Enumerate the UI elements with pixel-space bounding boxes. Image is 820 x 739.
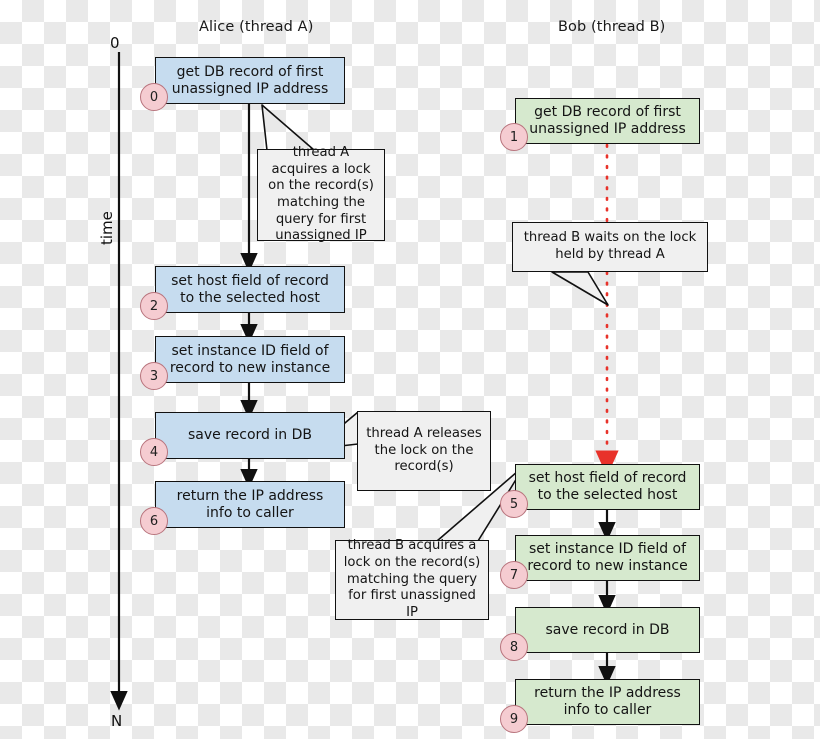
- callout-wait-b: thread B waits on the lock held by threa…: [512, 222, 708, 272]
- alice-step-3-badge: 3: [140, 362, 168, 390]
- bob-step-5-badge: 5: [500, 490, 528, 518]
- bob-step-9[interactable]: return the IP address info to caller: [515, 679, 700, 725]
- diagram-canvas: Alice (thread A) Bob (thread B) 0 N time…: [0, 0, 820, 739]
- column-header-alice: Alice (thread A): [199, 19, 314, 35]
- alice-step-6-badge: 6: [140, 507, 168, 535]
- bob-step-7-badge: 7: [500, 561, 528, 589]
- alice-step-6[interactable]: return the IP address info to caller: [155, 481, 345, 528]
- alice-step-3[interactable]: set instance ID field of record to new i…: [155, 336, 345, 383]
- callout-release-a: thread A releases the lock on the record…: [357, 411, 491, 491]
- bob-step-8-badge: 8: [500, 633, 528, 661]
- callout-lock-acquire-b: thread B acquires a lock on the record(s…: [335, 538, 489, 620]
- alice-step-4-badge: 4: [140, 438, 168, 466]
- callout-lock-acquire-a: thread A acquires a lock on the record(s…: [257, 145, 385, 243]
- alice-step-0-badge: 0: [140, 83, 168, 111]
- callout-tail-wait-b: [551, 271, 609, 306]
- alice-step-2-badge: 2: [140, 292, 168, 320]
- alice-step-0[interactable]: get DB record of first unassigned IP add…: [155, 57, 345, 104]
- bob-step-1-badge: 1: [500, 123, 528, 151]
- alice-step-4[interactable]: save record in DB: [155, 412, 345, 459]
- time-axis-start-label: 0: [110, 34, 120, 52]
- bob-step-8[interactable]: save record in DB: [515, 607, 700, 653]
- column-header-bob: Bob (thread B): [558, 19, 666, 35]
- bob-step-5[interactable]: set host field of record to the selected…: [515, 464, 700, 510]
- alice-step-2[interactable]: set host field of record to the selected…: [155, 266, 345, 313]
- bob-step-7[interactable]: set instance ID field of record to new i…: [515, 535, 700, 581]
- bob-step-1[interactable]: get DB record of first unassigned IP add…: [515, 98, 700, 144]
- time-axis-end-label: N: [111, 712, 123, 730]
- bob-step-9-badge: 9: [500, 705, 528, 733]
- time-axis-label: time: [98, 211, 116, 245]
